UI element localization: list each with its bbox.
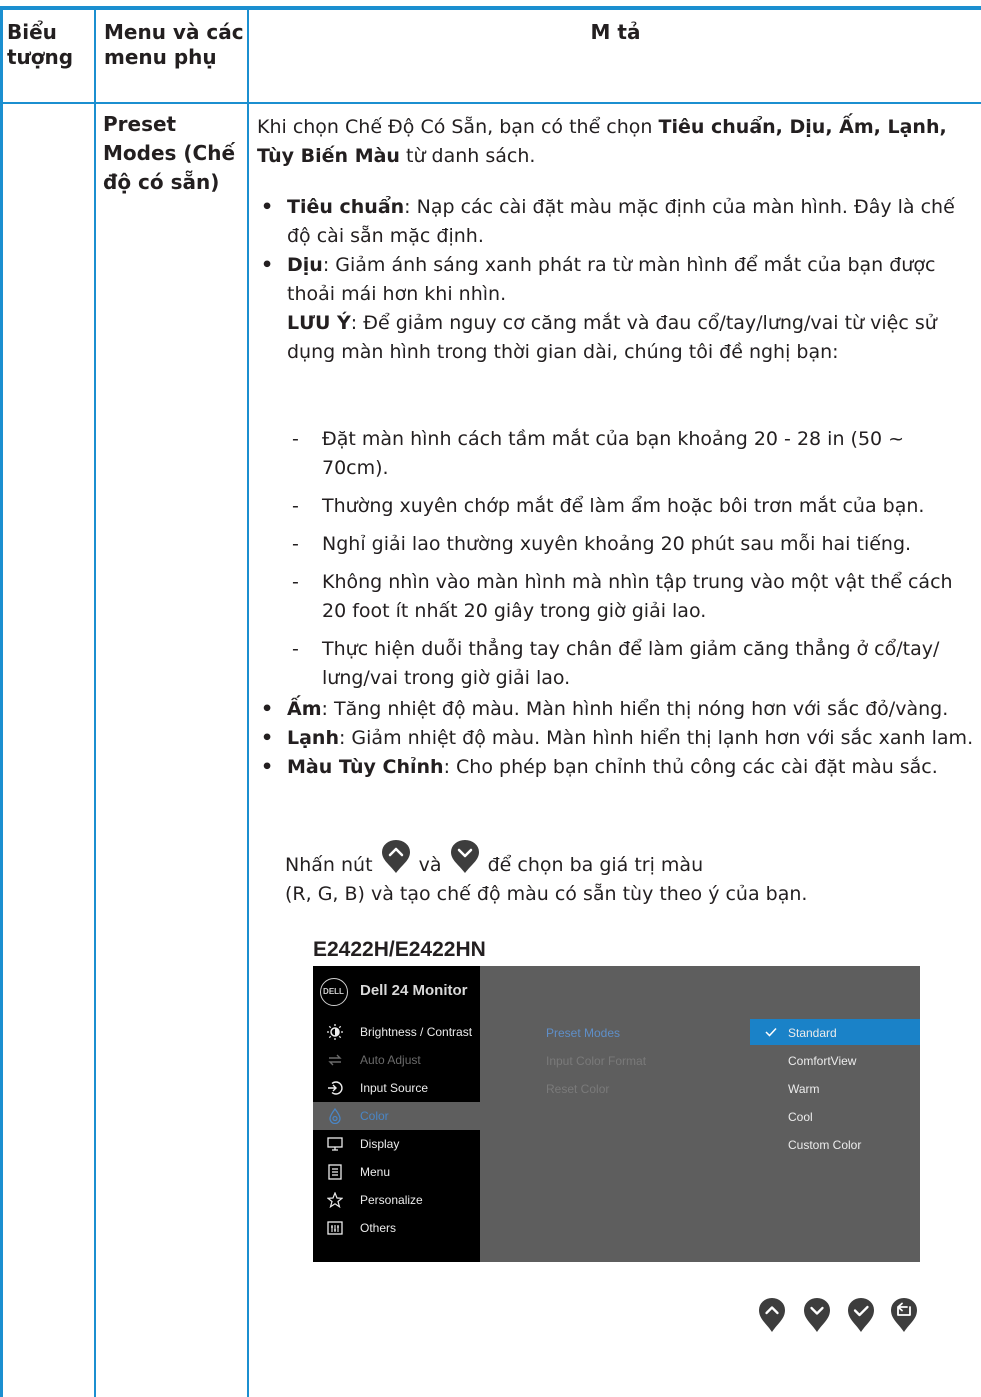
back-icon[interactable] (889, 1297, 919, 1333)
brightness-icon (327, 1024, 343, 1040)
osd-item-input-source[interactable]: Input Source (313, 1074, 480, 1102)
note-text: : Để giảm nguy cơ căng mắt và đau cổ/tay… (287, 312, 937, 363)
osd-item-display[interactable]: Display (313, 1130, 480, 1158)
bullet-cool: Lạnh: Giảm nhiệt độ màu. Màn hình hiển t… (259, 724, 977, 753)
osd-item-brightness[interactable]: Brightness / Contrast (313, 1018, 480, 1046)
table-left-border (0, 6, 3, 1397)
dash-item: Nghỉ giải lao thường xuyên khoảng 20 phú… (290, 530, 970, 559)
osd-screenshot: DELL Dell 24 Monitor Brightness / Contra… (313, 966, 920, 1262)
bullet-comfortview: Dịu: Giảm ánh sáng xanh phát ra từ màn h… (259, 251, 977, 309)
osd-item-others[interactable]: Others (313, 1214, 480, 1242)
osd-option-label: Custom Color (788, 1138, 862, 1152)
press-text: Nhấn nút (285, 854, 373, 876)
others-icon (327, 1221, 343, 1235)
osd-option-comfortview[interactable]: ComfortView (750, 1047, 920, 1073)
checkmark-icon (765, 1027, 777, 1037)
osd-item-auto-adjust[interactable]: Auto Adjust (313, 1046, 480, 1074)
osd-option-label: Warm (788, 1082, 820, 1096)
press-text-line2: (R, G, B) và tạo chế độ màu có sẵn tùy t… (285, 883, 808, 905)
osd-option-label: Cool (788, 1110, 813, 1124)
logo-text: DELL (323, 987, 344, 996)
osd-item-label: Menu (360, 1165, 391, 1179)
dash-item: Không nhìn vào màn hình mà nhìn tập trun… (290, 568, 970, 626)
header-description-column: M tả (590, 20, 641, 44)
bullet-term: Ấm (287, 698, 322, 720)
osd-item-label: Personalize (360, 1193, 423, 1207)
osd-title: Dell 24 Monitor (360, 982, 468, 999)
checkmark-icon[interactable] (846, 1297, 876, 1333)
table-top-border (0, 6, 981, 10)
bullet-text: : Giảm nhiệt độ màu. Màn hình hiển thị l… (338, 727, 974, 749)
up-arrow-icon[interactable] (757, 1297, 787, 1333)
osd-item-label: Others (360, 1221, 397, 1235)
menu-name-preset-modes: Preset Modes (Chế độ có sẵn) (103, 112, 236, 194)
auto-adjust-icon (328, 1054, 342, 1066)
osd-option-warm[interactable]: Warm (750, 1075, 920, 1101)
star-icon (327, 1192, 343, 1208)
osd-item-personalize[interactable]: Personalize (313, 1186, 480, 1214)
note-paragraph: LƯU Ý: Để giảm nguy cơ căng mắt và đau c… (259, 309, 977, 367)
header-divider (0, 102, 981, 104)
dell-logo: DELL (320, 978, 348, 1006)
down-arrow-icon (450, 840, 479, 873)
up-arrow-icon (381, 840, 410, 873)
bullet-term: Dịu (287, 254, 323, 276)
note-term: LƯU Ý (287, 312, 351, 334)
osd-item-label: Brightness / Contrast (360, 1025, 473, 1039)
bullet-term: Lạnh (287, 727, 339, 749)
osd-item-label: Input Source (360, 1081, 429, 1095)
bullet-term: Màu Tùy Chỉnh (287, 756, 444, 778)
osd-item-label: Display (360, 1137, 400, 1151)
dash-item: Thường xuyên chớp mắt để làm ẩm hoặc bôi… (290, 492, 970, 521)
bullet-text: : Giảm ánh sáng xanh phát ra từ màn hình… (287, 254, 936, 305)
bullet-warm: Ấm: Tăng nhiệt độ màu. Màn hình hiển thị… (259, 695, 977, 724)
column-divider-2 (247, 8, 249, 1397)
color-icon (329, 1108, 341, 1124)
osd-model-label: E2422H/E2422HN (313, 938, 486, 961)
press-text-end: để chọn ba giá trị màu (487, 854, 704, 876)
input-source-icon (328, 1081, 343, 1095)
bullet-term: Tiêu chuẩn (287, 196, 405, 218)
dash-list: Đặt màn hình cách tầm mắt của bạn khoảng… (290, 425, 970, 702)
header-icon-column: Biểu tượng (7, 20, 74, 69)
osd-option-label: ComfortView (788, 1054, 857, 1068)
bullet-custom-color: Màu Tùy Chỉnh: Cho phép bạn chỉnh thủ cô… (259, 753, 977, 782)
osd-option-standard[interactable]: Standard (750, 1019, 920, 1045)
osd-option-custom-color[interactable]: Custom Color (750, 1131, 920, 1157)
menu-icon (328, 1164, 342, 1180)
osd-sub-preset-modes[interactable]: Preset Modes (546, 1026, 620, 1040)
osd-sub-input-color-format[interactable]: Input Color Format (546, 1054, 646, 1068)
osd-item-label: Color (360, 1109, 389, 1123)
osd-item-menu[interactable]: Menu (313, 1158, 480, 1186)
bullet-standard: Tiêu chuẩn: Nạp các cài đặt màu mặc định… (259, 193, 977, 251)
osd-item-color[interactable]: Color (313, 1102, 480, 1130)
bullet-text: : Cho phép bạn chỉnh thủ công các cài đặ… (443, 756, 938, 778)
header-menu-column: Menu và các menu phụ (104, 20, 244, 69)
bullet-list-a: Tiêu chuẩn: Nạp các cài đặt màu mặc định… (259, 193, 977, 367)
press-buttons-paragraph: Nhấn nút và để chọn ba giá trị màu (R, G… (285, 840, 975, 909)
intro-tail: từ danh sách. (399, 145, 536, 167)
osd-item-label: Auto Adjust (360, 1053, 421, 1067)
dash-item: Thực hiện duỗi thẳng tay chân để làm giả… (290, 635, 970, 693)
display-icon (327, 1137, 343, 1151)
intro-paragraph: Khi chọn Chế Độ Có Sẵn, bạn có thể chọn … (257, 113, 977, 171)
bullet-text: : Tăng nhiệt độ màu. Màn hình hiển thị n… (321, 698, 949, 720)
osd-option-cool[interactable]: Cool (750, 1103, 920, 1129)
bullet-list-b: Ấm: Tăng nhiệt độ màu. Màn hình hiển thị… (259, 695, 977, 782)
osd-option-label: Standard (788, 1026, 837, 1040)
press-and: và (418, 854, 442, 876)
down-arrow-icon[interactable] (802, 1297, 832, 1333)
dash-item: Đặt màn hình cách tầm mắt của bạn khoảng… (290, 425, 970, 483)
osd-sub-reset-color[interactable]: Reset Color (546, 1082, 609, 1096)
intro-text: Khi chọn Chế Độ Có Sẵn, bạn có thể chọn (257, 116, 659, 138)
column-divider-1 (94, 8, 96, 1397)
